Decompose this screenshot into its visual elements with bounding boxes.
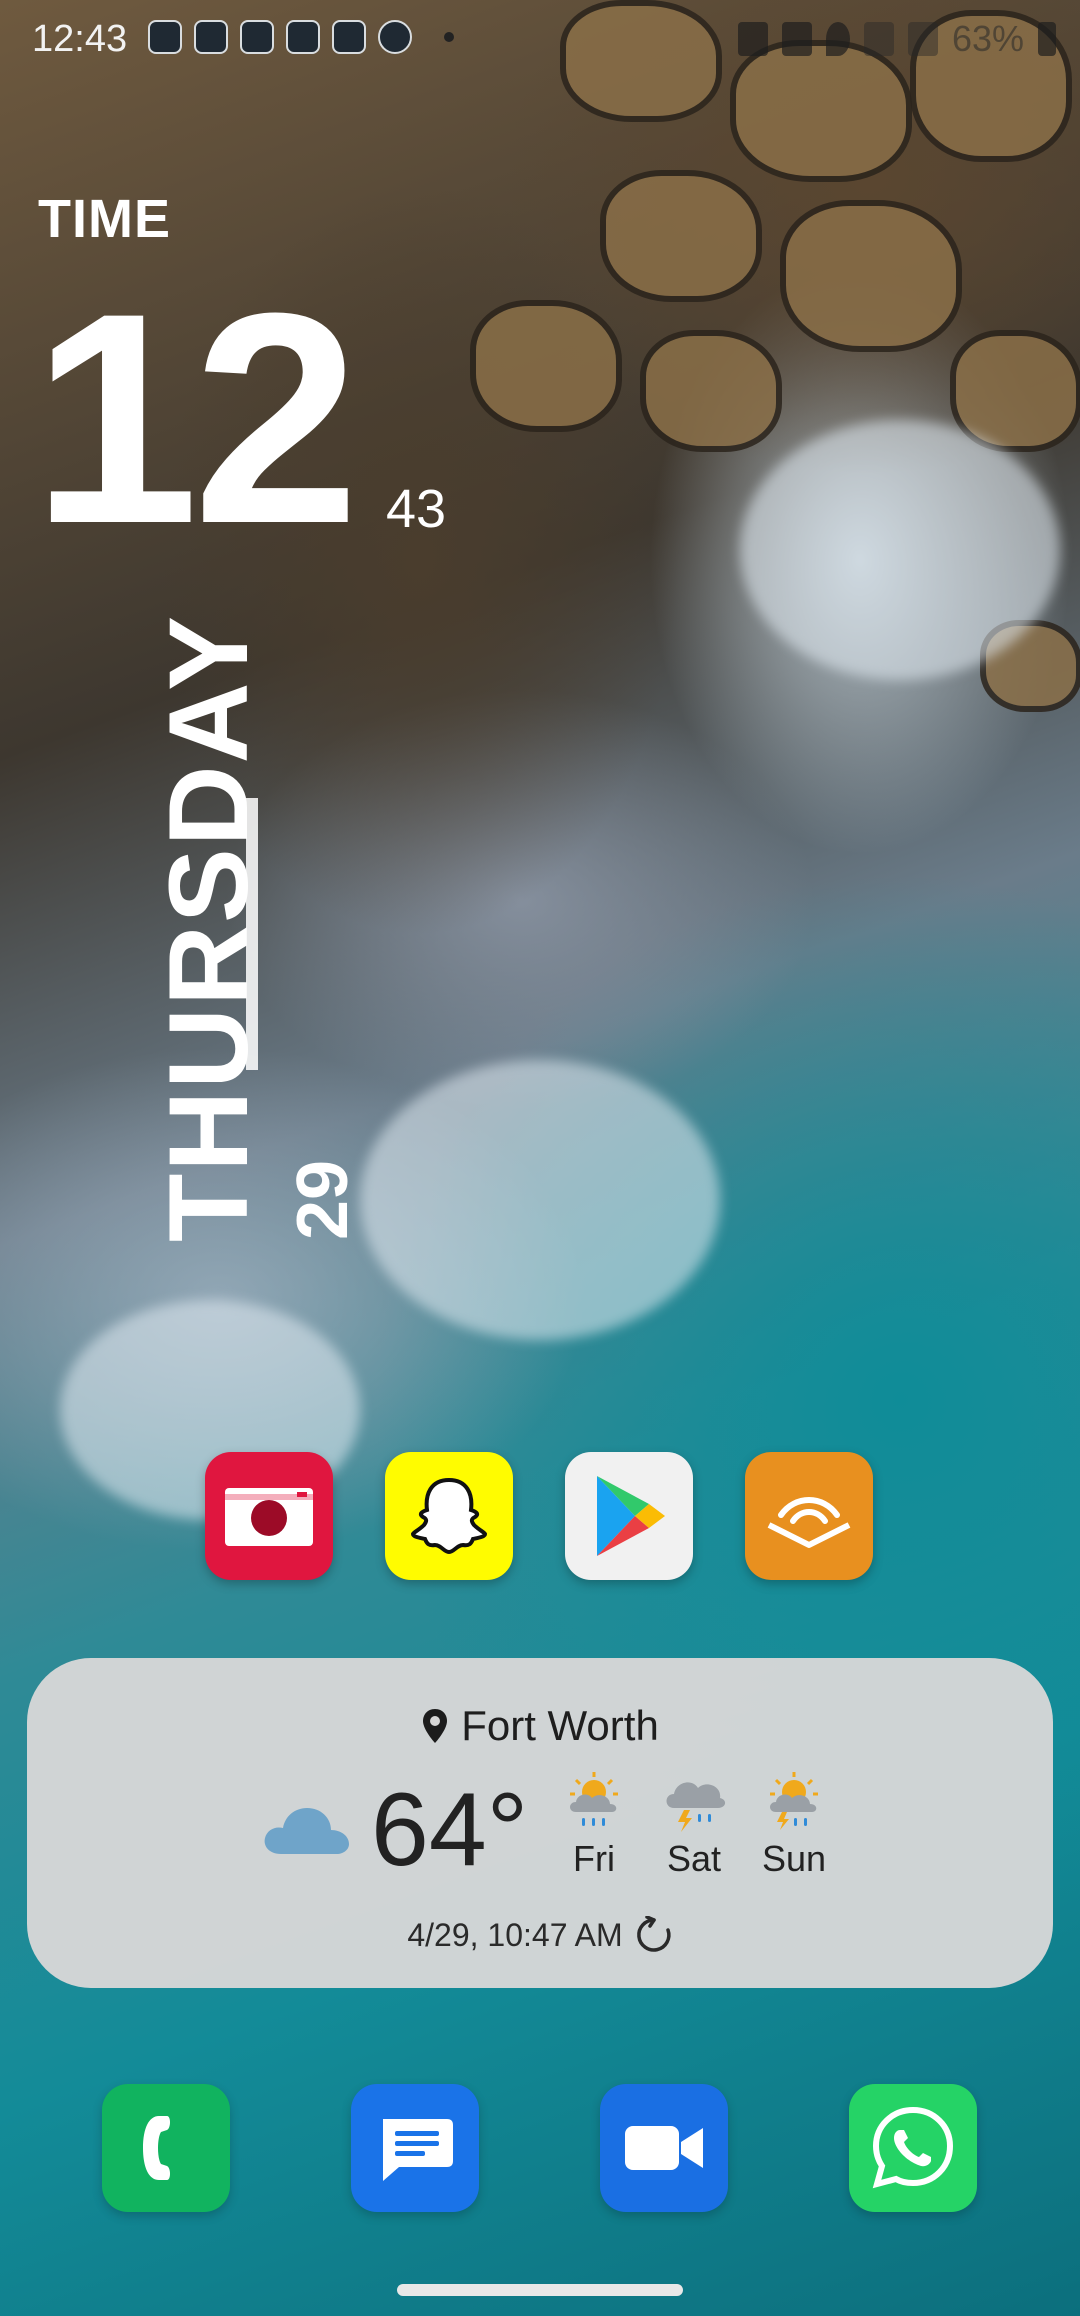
weather-location-row: Fort Worth bbox=[27, 1702, 1053, 1750]
snapchat-app[interactable] bbox=[385, 1452, 513, 1580]
weather-updated-time: 4/29, 10:47 AM bbox=[407, 1916, 623, 1953]
forecast-day: Sat bbox=[659, 1770, 729, 1880]
clock-minute: 43 bbox=[386, 479, 447, 539]
home-indicator[interactable] bbox=[397, 2284, 683, 2296]
weather-temperature: 64° bbox=[371, 1772, 529, 1888]
home-screen: 12:43 63% TIME 12 43 THURSDAY 29 Fort Wo… bbox=[0, 0, 1080, 2316]
clock-hour: 12 bbox=[32, 250, 360, 586]
meet-app[interactable] bbox=[600, 2084, 728, 2212]
chart-notification-icon bbox=[240, 20, 274, 54]
audible-app[interactable] bbox=[745, 1452, 873, 1580]
chart-notification-icon bbox=[332, 20, 366, 54]
app-notification-icon bbox=[378, 20, 412, 54]
location-icon bbox=[825, 22, 850, 56]
wallpaper-foam bbox=[360, 1060, 720, 1340]
weather-location: Fort Worth bbox=[461, 1702, 659, 1749]
forecast-day-label: Fri bbox=[573, 1838, 615, 1879]
refresh-icon[interactable] bbox=[635, 1916, 673, 1954]
weather-widget[interactable]: Fort Worth 64° Fri Sat Sun 4/29, 10:47 A… bbox=[27, 1658, 1053, 1988]
camera-icon bbox=[225, 1488, 313, 1546]
clock-date: 29 bbox=[283, 1159, 363, 1240]
camera-app[interactable] bbox=[205, 1452, 333, 1580]
forecast-day-label: Sat bbox=[666, 1838, 722, 1879]
battery-percent: 63% bbox=[951, 18, 1024, 59]
message-icon bbox=[383, 2119, 453, 2181]
wallpaper-stone bbox=[780, 200, 962, 352]
wallpaper-foam bbox=[740, 420, 1060, 680]
dock bbox=[102, 2084, 977, 2212]
notification-icons bbox=[148, 20, 454, 54]
forecast-day: Fri bbox=[559, 1770, 629, 1880]
battery-icon bbox=[1038, 22, 1056, 56]
ghost-icon bbox=[410, 1477, 488, 1555]
weather-forecast: Fri Sat Sun bbox=[559, 1770, 829, 1880]
phone-icon bbox=[143, 2116, 170, 2180]
wifi-icon bbox=[863, 22, 894, 56]
chart-notification-icon bbox=[194, 20, 228, 54]
thunder-rain-icon bbox=[666, 1782, 726, 1832]
app-row bbox=[205, 1452, 873, 1580]
nfc-icon bbox=[737, 22, 768, 56]
play-icon bbox=[597, 1476, 665, 1556]
wallpaper-stone bbox=[600, 170, 762, 302]
wallpaper-stone bbox=[470, 300, 622, 432]
weather-updated-row: 4/29, 10:47 AM bbox=[27, 1916, 1053, 1954]
time-label: TIME bbox=[38, 189, 171, 249]
whatsapp-app[interactable] bbox=[849, 2084, 977, 2212]
wallpaper-stone bbox=[640, 330, 782, 452]
system-icons: 63% bbox=[737, 18, 1056, 60]
status-bar: 12:43 63% bbox=[0, 0, 1080, 80]
whatsapp-icon bbox=[872, 2106, 954, 2189]
video-icon bbox=[625, 2126, 703, 2170]
more-notifications-icon bbox=[444, 32, 454, 42]
audible-icon bbox=[767, 1497, 851, 1548]
phone-app[interactable] bbox=[102, 2084, 230, 2212]
chart-notification-icon bbox=[286, 20, 320, 54]
location-pin-icon bbox=[423, 1709, 448, 1743]
sun-rain-icon bbox=[570, 1772, 618, 1826]
status-time: 12:43 bbox=[32, 18, 128, 60]
play-store-app[interactable] bbox=[565, 1452, 693, 1580]
sun-thunder-rain-icon bbox=[770, 1772, 818, 1830]
weather-current: 64° bbox=[261, 1778, 528, 1882]
date-divider bbox=[246, 798, 258, 1070]
video-notification-icon bbox=[148, 20, 182, 54]
forecast-day-label: Sun bbox=[761, 1838, 827, 1879]
messages-app[interactable] bbox=[351, 2084, 479, 2212]
vibrate-icon bbox=[781, 22, 812, 56]
cloud-icon bbox=[264, 1808, 349, 1854]
forecast-day: Sun bbox=[759, 1770, 829, 1880]
signal-icon bbox=[907, 22, 938, 56]
